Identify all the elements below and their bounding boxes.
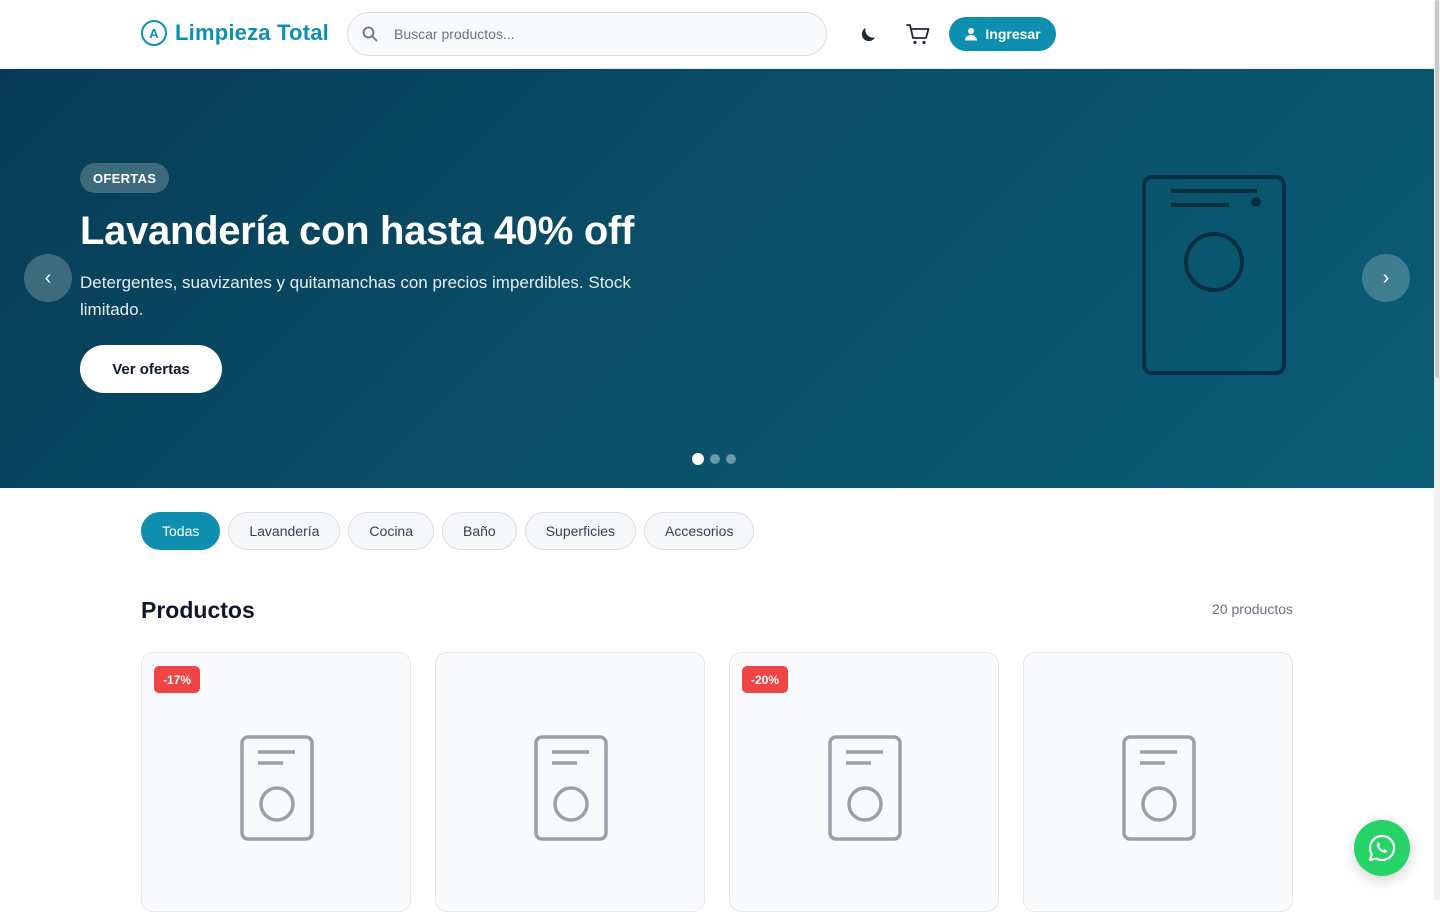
hero-subtitle: Detergentes, suavizantes y quitamanchas … — [80, 273, 631, 319]
category-chip-lavanderia[interactable]: Lavandería — [228, 512, 341, 550]
logo-text: Limpieza Total — [175, 20, 329, 45]
search-input[interactable] — [394, 13, 814, 54]
category-chip-bano[interactable]: Baño — [442, 512, 517, 550]
view-offers-button[interactable]: Ver ofertas — [80, 345, 222, 393]
product-card[interactable] — [435, 652, 705, 912]
product-placeholder-icon — [240, 735, 314, 841]
category-chip-todas[interactable]: Todas — [141, 512, 221, 550]
logo-icon: A — [141, 20, 167, 46]
user-icon — [965, 28, 978, 41]
category-chip-superficies[interactable]: Superficies — [524, 512, 636, 550]
product-placeholder-icon — [1122, 735, 1196, 841]
login-label: Ingresar — [985, 26, 1041, 42]
hero-title: Lavandería con hasta 40% off — [80, 209, 635, 253]
offer-badge: OFERTAS — [80, 163, 170, 193]
search-bar — [347, 12, 827, 56]
discount-badge: -17% — [154, 666, 201, 693]
carousel-prev-button[interactable]: ‹ — [24, 254, 72, 302]
carousel-dot-3[interactable] — [726, 454, 736, 464]
category-filters: Todas Lavandería Cocina Baño Superficies… — [141, 512, 755, 550]
site-header: A Limpieza Total Ingresar — [0, 0, 1440, 69]
products-title: Productos — [141, 597, 255, 623]
washing-machine-icon — [1142, 175, 1286, 375]
dark-mode-moon-icon[interactable] — [856, 23, 880, 47]
search-icon — [362, 26, 378, 42]
scrollbar-thumb[interactable] — [1435, 0, 1439, 378]
carousel-dots — [692, 453, 736, 465]
hero-carousel: OFERTAS Lavandería con hasta 40% off Det… — [0, 69, 1434, 488]
whatsapp-button[interactable] — [1354, 820, 1410, 876]
product-placeholder-icon — [828, 735, 902, 841]
discount-badge: -20% — [742, 666, 789, 693]
carousel-next-button[interactable]: › — [1362, 254, 1410, 302]
carousel-dot-2[interactable] — [710, 454, 720, 464]
product-card[interactable]: -17% — [141, 652, 411, 912]
carousel-dot-1[interactable] — [692, 453, 704, 465]
login-button[interactable]: Ingresar — [949, 17, 1056, 51]
whatsapp-icon — [1368, 834, 1396, 862]
product-placeholder-icon — [534, 735, 608, 841]
category-chip-accesorios[interactable]: Accesorios — [643, 512, 755, 550]
cart-icon[interactable] — [905, 21, 931, 47]
logo[interactable]: A Limpieza Total — [141, 20, 329, 46]
products-count: 20 productos — [1212, 601, 1293, 617]
product-card[interactable]: -20% — [729, 652, 999, 912]
category-chip-cocina[interactable]: Cocina — [348, 512, 435, 550]
product-card[interactable] — [1023, 652, 1293, 912]
